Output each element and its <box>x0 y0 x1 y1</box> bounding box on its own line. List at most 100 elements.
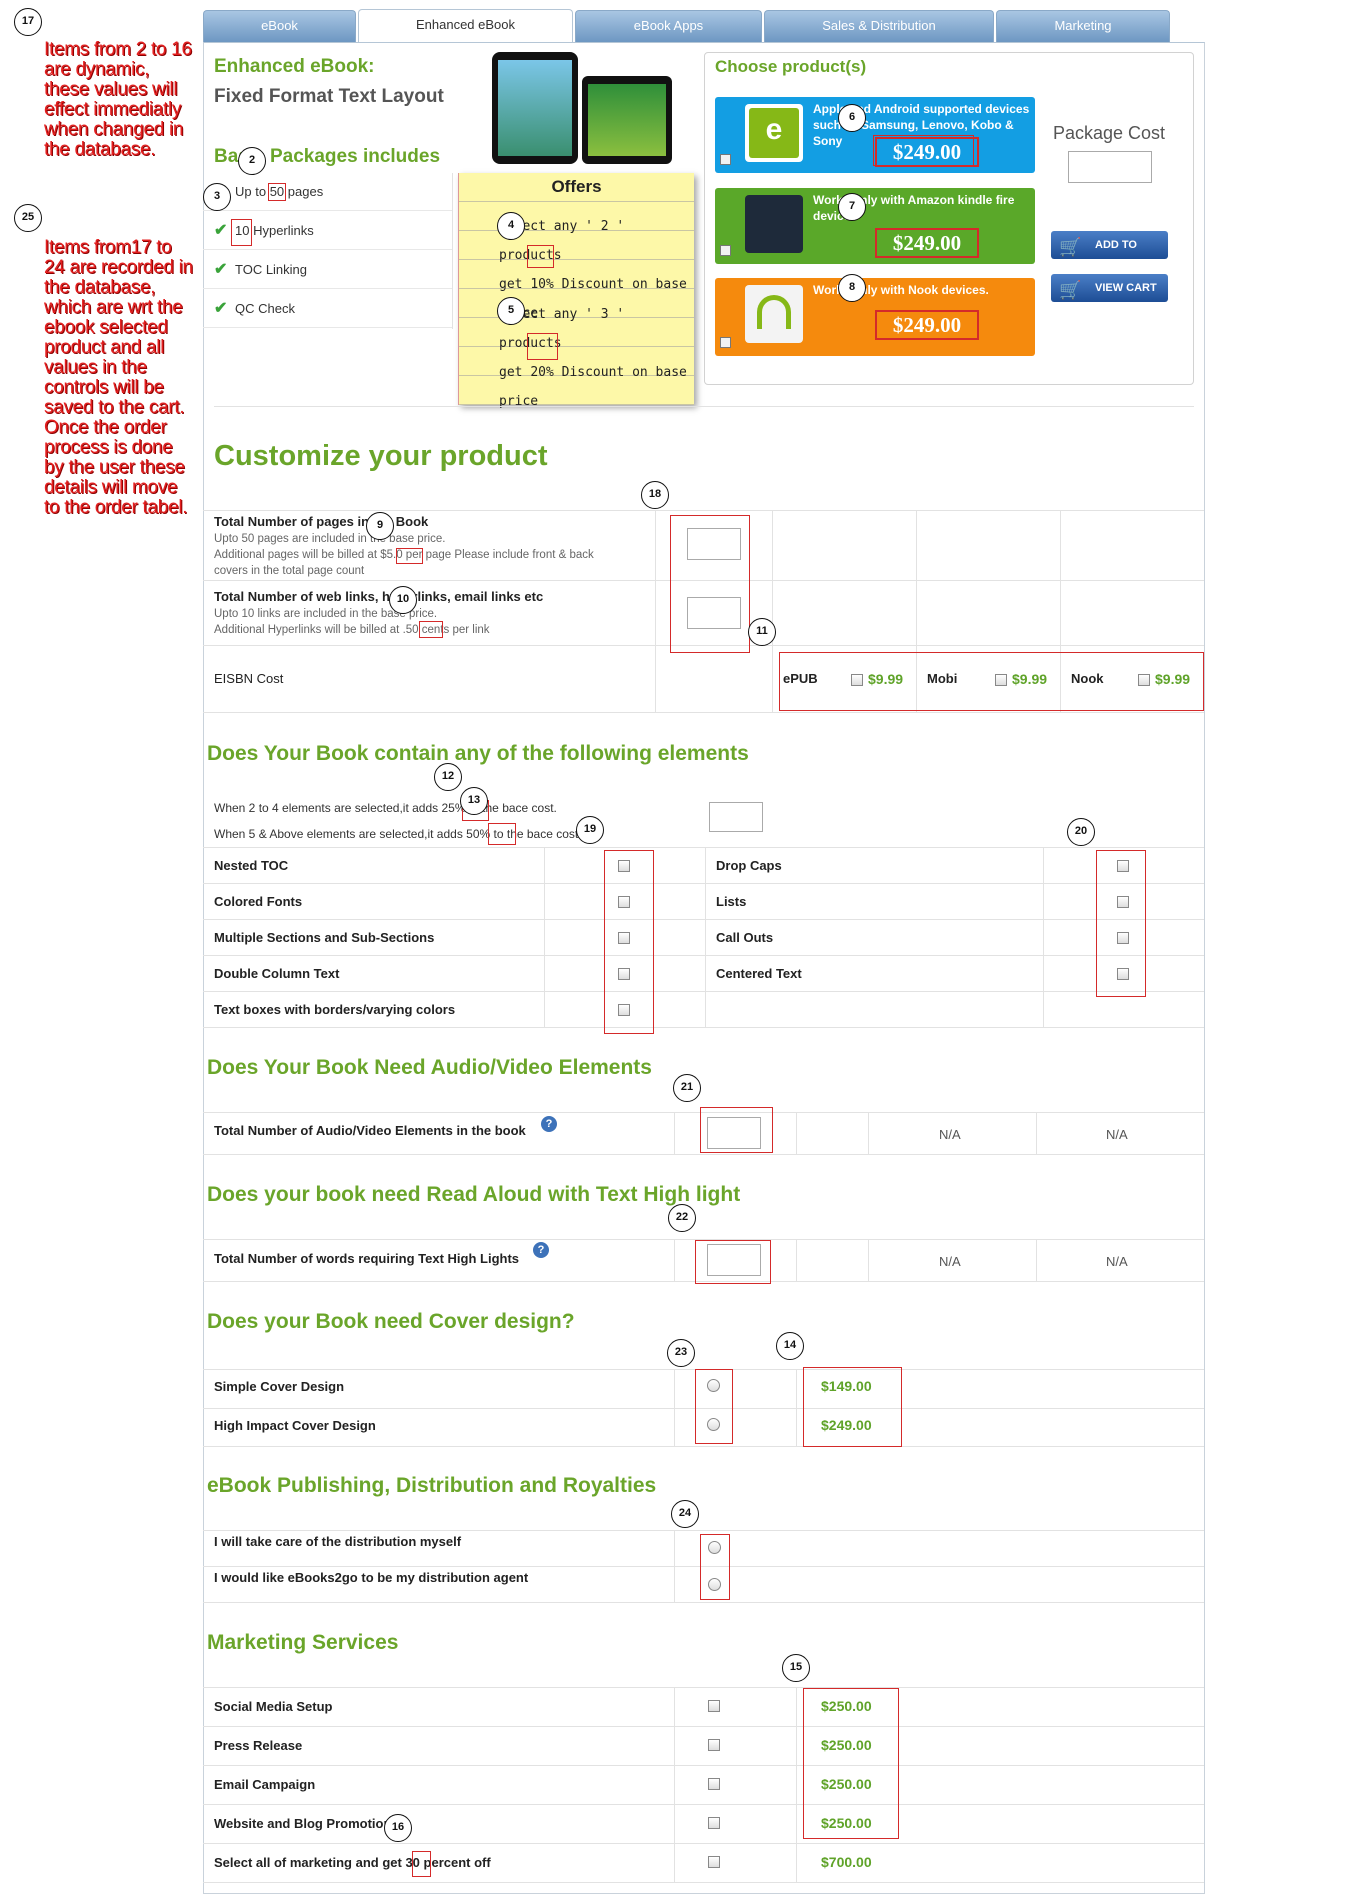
product-kindle-price: $249.00 <box>875 228 979 258</box>
tab-marketing[interactable]: Marketing <box>996 10 1170 42</box>
cover-simple-label: Simple Cover Design <box>214 1379 345 1394</box>
audio-na-1: N/A <box>939 1127 961 1142</box>
highlight-distribution-radios <box>700 1534 730 1600</box>
ipad-image <box>492 52 578 164</box>
readaloud-na-1: N/A <box>939 1254 961 1269</box>
pages-desc: Upto 50 pages are included in the base p… <box>214 533 594 577</box>
marketing-website-checkbox[interactable] <box>708 1817 720 1829</box>
highlight-cover-prices <box>803 1367 902 1447</box>
page-subtitle: Fixed Format Text Layout <box>214 86 444 107</box>
callout-12: 12 <box>434 763 462 791</box>
product-nook-checkbox[interactable] <box>720 337 731 348</box>
callout-4: 4 <box>497 212 525 240</box>
link-rate: .50 <box>402 624 419 636</box>
highlight-link-rate <box>419 621 443 638</box>
kindle-logo-icon <box>745 195 803 253</box>
tab-sales-distribution[interactable]: Sales & Distribution <box>764 10 994 42</box>
product-chooser: Choose product(s) e Apple and Android su… <box>704 52 1194 385</box>
element-colored-fonts: Colored Fonts <box>214 894 303 909</box>
tab-ebook[interactable]: eBook <box>203 10 356 42</box>
highlight-rule-50 <box>488 823 516 845</box>
package-cost-label: Package Cost <box>1053 123 1166 143</box>
highlight-offer-10 <box>527 245 554 268</box>
offers-title: Offers <box>551 177 602 196</box>
callout-19: 19 <box>576 816 604 844</box>
readaloud-label: Total Number of words requiring Text Hig… <box>214 1251 520 1266</box>
element-drop-caps: Drop Caps <box>716 858 782 873</box>
cart-icon: 🛒 <box>1059 280 1082 300</box>
highlight-pages-value <box>268 183 286 201</box>
product-nook: Works only with Nook devices. $249.00 <box>715 278 1035 356</box>
highlight-product-prices <box>873 135 974 166</box>
marketing-press-label: Press Release <box>214 1738 303 1753</box>
highlight-elements-left <box>604 850 654 1034</box>
help-icon[interactable]: ? <box>541 1116 557 1132</box>
offers-notepad: Offers Select any ' 2 ' products get 10%… <box>458 173 694 409</box>
product-epub3-checkbox[interactable] <box>720 154 731 165</box>
marketing-social-checkbox[interactable] <box>708 1700 720 1712</box>
epub3-logo-icon: e <box>745 104 803 162</box>
cart-icon: 🛒 <box>1059 237 1082 257</box>
highlight-customize-inputs <box>670 515 750 653</box>
rule-50-percent: 50% <box>466 827 491 841</box>
help-icon[interactable]: ? <box>533 1242 549 1258</box>
links-label: Total Number of web links, hyperlinks, e… <box>214 589 544 604</box>
distribution-title: eBook Publishing, Distribution and Royal… <box>207 1474 657 1497</box>
element-lists: Lists <box>716 894 747 909</box>
pages-label: Total Number of pages in the Book <box>214 514 429 529</box>
package-cost-field[interactable] <box>1068 151 1152 183</box>
element-nested-toc: Nested TOC <box>214 858 289 873</box>
elements-cost-field[interactable] <box>709 802 763 832</box>
highlight-links-value <box>231 219 252 246</box>
callout-15: 15 <box>782 1654 810 1682</box>
highlight-bundle-percent <box>412 1851 431 1877</box>
callout-10: 10 <box>389 586 417 614</box>
cover-title: Does your Book need Cover design? <box>207 1310 575 1333</box>
element-call-outs: Call Outs <box>716 930 774 945</box>
highlight-cover-radios <box>695 1369 733 1444</box>
highlight-audio-input <box>700 1107 773 1153</box>
android-tablet-image <box>582 76 672 164</box>
audio-label: Total Number of Audio/Video Elements in … <box>214 1123 526 1138</box>
marketing-website-label: Website and Blog Promotion <box>214 1816 392 1831</box>
readaloud-na-2: N/A <box>1106 1254 1128 1269</box>
marketing-email-label: Email Campaign <box>214 1777 316 1792</box>
highlight-page-rate <box>396 548 423 564</box>
callout-8: 8 <box>838 274 866 302</box>
callout-7: 7 <box>838 193 866 221</box>
callout-3: 3 <box>203 183 231 211</box>
highlight-eisbn <box>779 652 1204 711</box>
customize-title: Customize your product <box>214 440 548 472</box>
tab-enhanced-ebook[interactable]: Enhanced eBook <box>358 9 573 43</box>
marketing-email-checkbox[interactable] <box>708 1778 720 1790</box>
marketing-press-checkbox[interactable] <box>708 1739 720 1751</box>
element-centered-text: Centered Text <box>716 966 802 981</box>
page-title: Enhanced eBook: <box>214 56 375 77</box>
view-cart-button[interactable]: 🛒 VIEW CART <box>1051 274 1168 302</box>
callout-17: 17 <box>14 8 42 36</box>
marketing-title: Marketing Services <box>207 1631 399 1654</box>
readaloud-title: Does your book need Read Aloud with Text… <box>207 1183 741 1206</box>
add-to-cart-button[interactable]: 🛒 ADD TO CART <box>1051 231 1168 279</box>
callout-20: 20 <box>1067 818 1095 846</box>
check-icon: ✔ <box>214 261 228 278</box>
highlight-offer-20 <box>527 333 558 360</box>
marketing-social-label: Social Media Setup <box>214 1699 333 1714</box>
callout-16: 16 <box>384 1814 412 1842</box>
product-kindle: Works only with Amazon kindle fire devic… <box>715 188 1035 264</box>
marketing-bundle-price: $700.00 <box>821 1854 872 1870</box>
offer-20-percent: 20% <box>530 365 554 380</box>
marketing-bundle-label: Select all of marketing and get 30 perce… <box>214 1855 491 1870</box>
check-icon: ✔ <box>214 300 228 317</box>
product-kindle-checkbox[interactable] <box>720 245 731 256</box>
marketing-bundle-checkbox[interactable] <box>708 1856 720 1868</box>
audio-na-2: N/A <box>1106 1127 1128 1142</box>
audio-title: Does Your Book Need Audio/Video Elements <box>207 1056 652 1079</box>
callout-24: 24 <box>671 1500 699 1528</box>
cover-high-impact-label: High Impact Cover Design <box>214 1418 376 1433</box>
tab-ebook-apps[interactable]: eBook Apps <box>575 10 762 42</box>
note-recorded-items: Items from17 to 24 are recorded in the d… <box>44 237 193 518</box>
callout-23: 23 <box>667 1339 695 1367</box>
distribution-agent-label: I would like eBooks2go to be my distribu… <box>214 1570 529 1585</box>
element-text-boxes: Text boxes with borders/varying colors <box>214 1002 456 1017</box>
